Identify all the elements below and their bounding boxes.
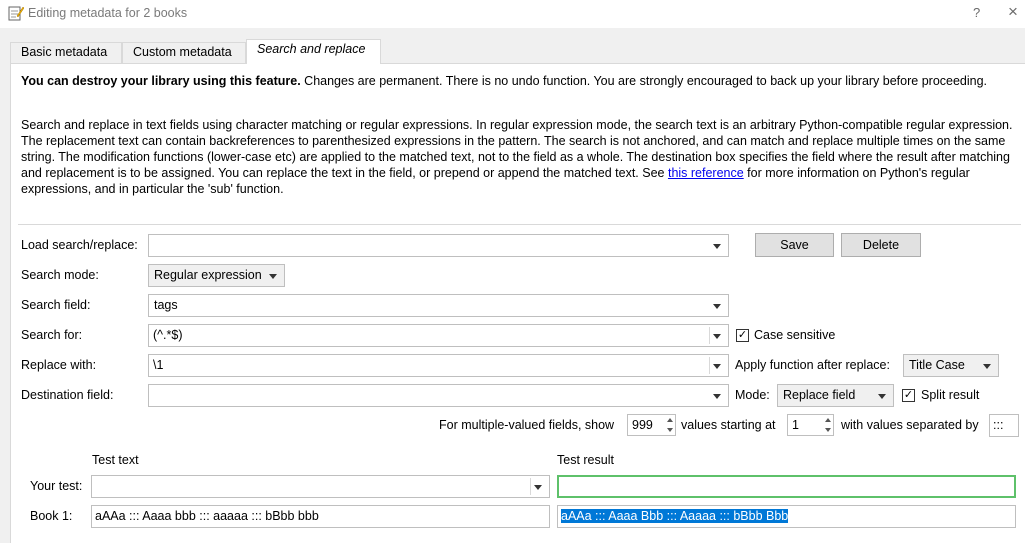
book1-test-text-field[interactable]: aAAa ::: Aaaa bbb ::: aaaaa ::: bBbb bbb	[91, 505, 550, 528]
multi-separator-input[interactable]: :::	[989, 414, 1019, 437]
apply-function-select[interactable]: Title Case	[903, 354, 999, 377]
chevron-down-icon	[713, 394, 721, 399]
replace-with-value: \1	[153, 358, 164, 372]
tab-custom-metadata[interactable]: Custom metadata	[122, 42, 246, 63]
destination-mode-value: Replace field	[783, 388, 856, 402]
replace-with-input[interactable]: \1	[148, 354, 729, 377]
multi-start-spinbox[interactable]: 1	[787, 414, 834, 436]
spin-up-icon[interactable]	[825, 418, 831, 422]
apply-function-label: Apply function after replace:	[735, 358, 890, 372]
tab-search-and-replace[interactable]: Search and replace	[246, 39, 381, 64]
warning-text: You can destroy your library using this …	[21, 73, 1011, 89]
destination-field-label: Destination field:	[21, 388, 114, 402]
save-button-label: Save	[780, 238, 809, 252]
tab-label: Basic metadata	[21, 45, 108, 59]
case-sensitive-label: Case sensitive	[754, 328, 836, 342]
window-title: Editing metadata for 2 books	[28, 6, 188, 20]
tab-label: Custom metadata	[133, 45, 232, 59]
save-button[interactable]: Save	[755, 233, 834, 257]
search-field-select[interactable]: tags	[148, 294, 729, 317]
search-mode-value: Regular expression	[154, 268, 262, 282]
spin-down-icon[interactable]	[825, 428, 831, 432]
case-sensitive-checkbox[interactable]: ✓	[736, 329, 749, 342]
chevron-down-icon	[713, 334, 721, 339]
combo-divider	[709, 357, 710, 374]
split-result-label: Split result	[921, 388, 980, 402]
book1-test-result-field[interactable]: aAAa ::: Aaaa Bbb ::: Aaaaa ::: bBbb Bbb	[557, 505, 1016, 528]
close-button[interactable]: ×	[1008, 3, 1018, 20]
chevron-down-icon	[534, 485, 542, 490]
load-search-replace-label: Load search/replace:	[21, 238, 138, 252]
separator	[18, 224, 1021, 225]
chevron-down-icon	[983, 364, 991, 369]
chevron-down-icon	[713, 364, 721, 369]
your-test-label: Your test:	[30, 479, 83, 493]
destination-mode-select[interactable]: Replace field	[777, 384, 894, 407]
multi-start-label: values starting at	[681, 418, 776, 432]
spin-up-icon[interactable]	[667, 418, 673, 422]
spin-down-icon[interactable]	[667, 428, 673, 432]
book1-label: Book 1:	[30, 509, 73, 523]
multi-separator-label: with values separated by	[841, 418, 979, 432]
combo-divider	[709, 327, 710, 344]
multi-show-value: 999	[632, 418, 653, 432]
load-search-replace-combo[interactable]	[148, 234, 729, 257]
chevron-down-icon	[713, 244, 721, 249]
destination-field-select[interactable]	[148, 384, 729, 407]
multi-show-spinbox[interactable]: 999	[627, 414, 676, 436]
multi-start-value: 1	[792, 418, 799, 432]
chevron-down-icon	[269, 274, 277, 279]
search-field-label: Search field:	[21, 298, 91, 312]
book1-test-result-value: aAAa ::: Aaaa Bbb ::: Aaaaa ::: bBbb Bbb	[561, 509, 789, 523]
test-result-header: Test result	[557, 453, 614, 467]
search-for-value: (^.*$)	[153, 328, 183, 342]
multi-show-label: For multiple-valued fields, show	[439, 418, 615, 432]
title-bar: Editing metadata for 2 books ? ×	[0, 0, 1025, 28]
search-mode-select[interactable]: Regular expression	[148, 264, 285, 287]
destination-mode-label: Mode:	[735, 388, 770, 402]
search-for-label: Search for:	[21, 328, 83, 342]
tab-basic-metadata[interactable]: Basic metadata	[10, 42, 122, 63]
book1-test-text-value: aAAa ::: Aaaa bbb ::: aaaaa ::: bBbb bbb	[95, 509, 319, 523]
tab-label: Search and replace	[257, 42, 366, 56]
edit-metadata-icon	[8, 6, 24, 21]
chevron-down-icon	[713, 304, 721, 309]
warning-bold: You can destroy your library using this …	[21, 74, 301, 88]
combo-divider	[530, 478, 531, 495]
delete-button[interactable]: Delete	[841, 233, 921, 257]
warning-rest: Changes are permanent. There is no undo …	[300, 74, 988, 88]
search-for-input[interactable]: (^.*$)	[148, 324, 729, 347]
apply-function-value: Title Case	[909, 358, 965, 372]
chevron-down-icon	[878, 394, 886, 399]
search-mode-label: Search mode:	[21, 268, 99, 282]
reference-link[interactable]: this reference	[668, 166, 744, 180]
multi-separator-value: :::	[993, 418, 1004, 432]
replace-with-label: Replace with:	[21, 358, 97, 372]
delete-button-label: Delete	[862, 238, 900, 252]
your-test-input[interactable]	[91, 475, 550, 498]
search-field-value: tags	[154, 298, 178, 312]
split-result-checkbox[interactable]: ✓	[902, 389, 915, 402]
test-text-header: Test text	[92, 453, 139, 467]
description-text: Search and replace in text fields using …	[21, 117, 1024, 197]
your-test-result-field[interactable]	[557, 475, 1016, 498]
help-button[interactable]: ?	[973, 5, 980, 20]
